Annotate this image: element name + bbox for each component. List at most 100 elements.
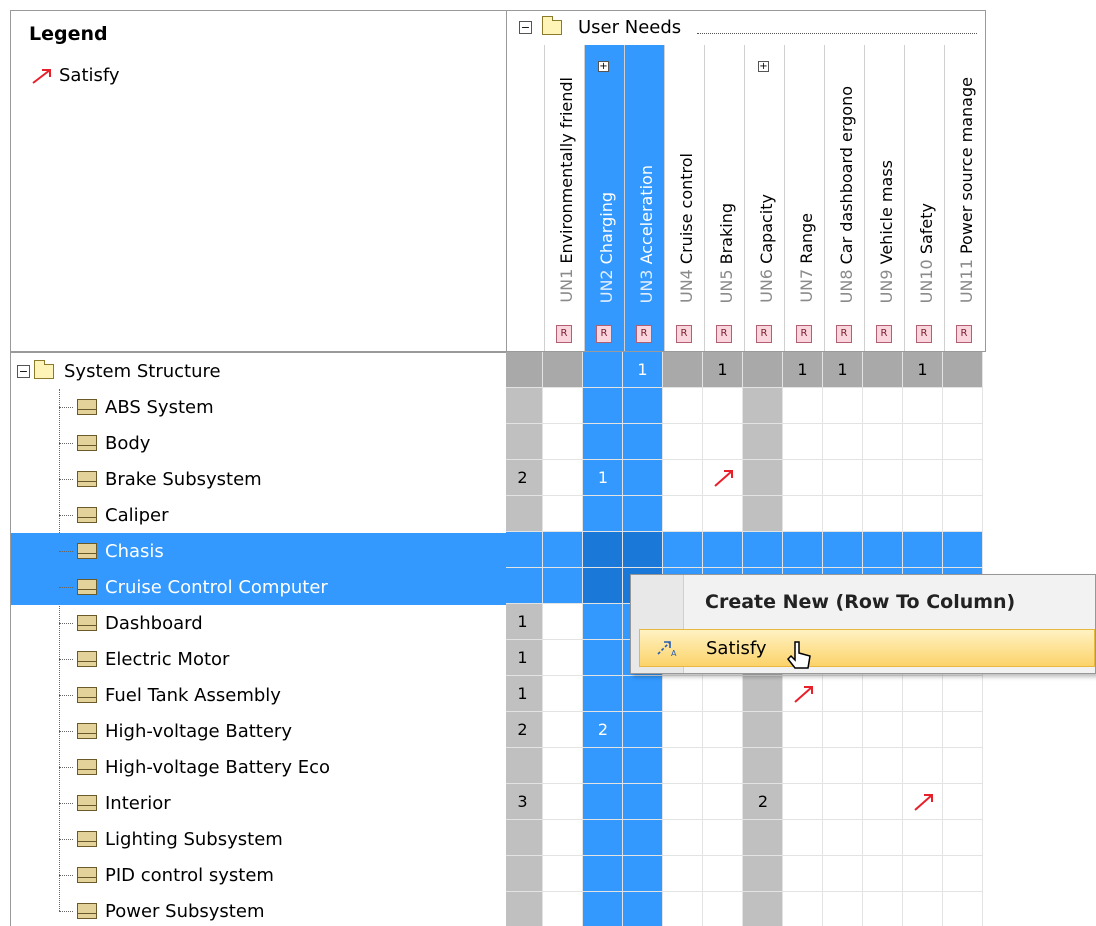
matrix-cell[interactable] [663,748,703,784]
matrix-cell[interactable] [543,820,583,856]
matrix-cell[interactable] [623,460,663,496]
matrix-cell[interactable] [863,388,903,424]
matrix-cell[interactable] [863,856,903,892]
matrix-cell[interactable] [863,460,903,496]
matrix-cell[interactable] [863,496,903,532]
matrix-cell[interactable] [823,784,863,820]
matrix-cell[interactable] [943,460,983,496]
matrix-cell[interactable] [663,496,703,532]
row-header-item[interactable]: ABS System [11,389,506,425]
matrix-cell[interactable] [943,856,983,892]
matrix-cell[interactable] [663,532,703,568]
matrix-cell[interactable] [863,892,903,926]
matrix-cell[interactable] [943,496,983,532]
satisfy-arrow-icon[interactable] [713,468,735,488]
column-header-un4[interactable]: UN4 Cruise control R [664,45,704,351]
matrix-cell[interactable] [743,676,783,712]
matrix-cell[interactable] [903,388,943,424]
matrix-cell[interactable] [623,856,663,892]
matrix-cell[interactable] [623,388,663,424]
matrix-cell[interactable] [583,568,623,604]
matrix-cell[interactable] [543,388,583,424]
matrix-cell[interactable] [903,820,943,856]
row-header-item[interactable]: Power Subsystem [11,893,506,926]
matrix-cell[interactable] [506,856,543,892]
matrix-cell[interactable] [583,604,623,640]
matrix-cell[interactable] [543,748,583,784]
matrix-cell[interactable] [743,388,783,424]
row-header-item[interactable]: High-voltage Battery [11,713,506,749]
matrix-cell[interactable] [703,424,743,460]
matrix-cell[interactable] [543,460,583,496]
matrix-cell[interactable] [943,784,983,820]
matrix-cell[interactable]: 1 [823,352,863,388]
column-header-un10[interactable]: UN10 Safety R [904,45,944,351]
matrix-cell[interactable] [863,712,903,748]
matrix-cell[interactable] [663,856,703,892]
matrix-cell[interactable] [543,532,583,568]
matrix-cell[interactable] [663,784,703,820]
matrix-cell[interactable] [783,424,823,460]
matrix-cell[interactable] [783,856,823,892]
matrix-cell[interactable] [583,640,623,676]
matrix-cell[interactable] [823,460,863,496]
matrix-cell[interactable]: 1 [623,352,663,388]
matrix-cell[interactable] [623,496,663,532]
matrix-cell[interactable] [783,784,823,820]
matrix-cell[interactable]: 1 [783,352,823,388]
matrix-cell[interactable]: 1 [506,604,543,640]
matrix-cell[interactable] [943,676,983,712]
matrix-cell[interactable] [663,460,703,496]
matrix-cell[interactable] [663,388,703,424]
matrix-cell[interactable] [663,424,703,460]
matrix-cell[interactable] [543,676,583,712]
row-header-item[interactable]: Caliper [11,497,506,533]
column-header-un11[interactable]: UN11 Power source manage R [944,45,984,351]
matrix-cell[interactable] [583,784,623,820]
matrix-cell[interactable]: 1 [506,640,543,676]
matrix-cell[interactable] [543,712,583,748]
row-header-item[interactable]: Chasis [11,533,506,569]
collapse-icon[interactable]: − [519,21,532,34]
matrix-cell[interactable] [506,496,543,532]
matrix-cell[interactable] [703,532,743,568]
matrix-cell[interactable] [823,892,863,926]
satisfy-arrow-icon[interactable] [793,684,815,704]
matrix-cell[interactable] [623,784,663,820]
matrix-cell[interactable] [823,676,863,712]
matrix-cell[interactable] [943,748,983,784]
matrix-cell[interactable] [623,424,663,460]
matrix-cell[interactable] [823,748,863,784]
matrix-cell[interactable] [823,496,863,532]
expand-icon[interactable]: + [598,61,609,72]
matrix-cell[interactable] [623,820,663,856]
matrix-cell[interactable] [543,424,583,460]
matrix-cell[interactable] [506,892,543,926]
matrix-cell[interactable] [583,388,623,424]
row-header-item[interactable]: Dashboard [11,605,506,641]
matrix-cell[interactable] [583,856,623,892]
matrix-cell[interactable] [863,784,903,820]
matrix-cell[interactable] [863,820,903,856]
matrix-cell[interactable] [506,820,543,856]
matrix-cell[interactable]: 1 [703,352,743,388]
matrix-cell[interactable] [583,532,623,568]
matrix-cell[interactable] [783,892,823,926]
matrix-cell[interactable] [506,532,543,568]
matrix-cell[interactable] [823,532,863,568]
matrix-cell[interactable] [863,352,903,388]
matrix-cell[interactable] [663,820,703,856]
matrix-cell[interactable] [583,748,623,784]
matrix-cell[interactable] [823,820,863,856]
matrix-cell[interactable] [663,892,703,926]
matrix-cell[interactable] [783,496,823,532]
matrix-cell[interactable] [743,856,783,892]
matrix-cell[interactable] [583,352,623,388]
matrix-cell[interactable] [903,856,943,892]
matrix-cell[interactable] [743,532,783,568]
matrix-cell[interactable] [903,496,943,532]
matrix-cell[interactable] [703,712,743,748]
matrix-cell[interactable] [703,748,743,784]
matrix-cell[interactable] [543,640,583,676]
matrix-cell[interactable] [663,352,703,388]
